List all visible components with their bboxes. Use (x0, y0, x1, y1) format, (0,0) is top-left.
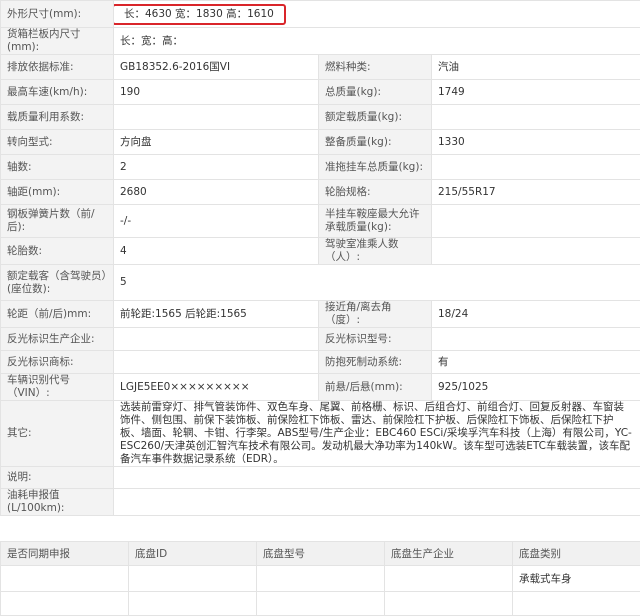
tire-count-value: 4 (113, 237, 319, 265)
reflector-model-value (430, 327, 640, 351)
tire-spec-value: 215/55R17 (430, 179, 640, 205)
chassis-header-model: 底盘型号 (256, 541, 385, 566)
fuel-consumption-value (112, 488, 640, 516)
rated-load-value (430, 104, 640, 130)
cab-passengers-value (430, 237, 640, 265)
reflector-model-label: 反光标识型号: (318, 327, 432, 351)
emission-value: GB18352.6-2016国VI (113, 54, 319, 80)
spec-row: 轮胎数: 4 驾驶室准乘人数（人）: (0, 237, 640, 265)
spec-row-fuel-consumption: 油耗申报值(L/100km): (0, 488, 640, 516)
section-gap (0, 521, 640, 541)
spec-row: 钢板弹簧片数（前/后): -/- 半挂车鞍座最大允许承载质量(kg): (0, 204, 640, 238)
dimensions-highlight: 长：4630 宽：1830 高：1610 (114, 3, 286, 25)
fuel-consumption-label: 油耗申报值(L/100km): (0, 488, 114, 516)
spec-row: 排放依据标准: GB18352.6-2016国VI 燃料种类: 汽油 (0, 54, 640, 80)
approach-angle-label: 接近角/离去角（度）: (318, 300, 432, 328)
abs-label: 防抱死制动系统: (318, 350, 432, 374)
curb-weight-label: 整备质量(kg): (318, 129, 432, 155)
saddle-mass-value (430, 204, 640, 238)
chassis-model-value (256, 565, 385, 592)
saddle-mass-label: 半挂车鞍座最大允许承载质量(kg): (318, 204, 432, 238)
approach-angle-value: 18/24 (430, 300, 640, 328)
chassis-data-row: 承载式车身 (0, 565, 640, 592)
vin-label: 车辆识别代号（VIN）: (0, 373, 114, 401)
chassis-header-maker: 底盘生产企业 (384, 541, 513, 566)
overhang-value: 925/1025 (430, 373, 640, 401)
max-speed-label: 最高车速(km/h): (0, 79, 114, 105)
vehicle-spec-page: 外形尺寸(mm): 长：4630 宽：1830 高：1610 货箱栏板内尺寸(m… (0, 0, 640, 616)
spec-row: 最高车速(km/h): 190 总质量(kg): 1749 (0, 79, 640, 105)
rated-seats-value: 5 (112, 264, 640, 301)
load-util-value (113, 104, 319, 130)
spec-row-dimensions: 外形尺寸(mm): 长：4630 宽：1830 高：1610 (0, 0, 640, 28)
other-label: 其它: (0, 400, 114, 467)
overhang-label: 前悬/后悬(mm): (318, 373, 432, 401)
spec-row: 载质量利用系数: 额定载质量(kg): (0, 104, 640, 130)
chassis-header-sync: 是否同期申报 (0, 541, 129, 566)
reflector-maker-value (113, 327, 319, 351)
tire-count-label: 轮胎数: (0, 237, 114, 265)
wheelbase-label: 轴距(mm): (0, 179, 114, 205)
spec-row-notes: 说明: (0, 466, 640, 489)
chassis-category-value: 承载式车身 (512, 565, 640, 592)
load-util-label: 载质量利用系数: (0, 104, 114, 130)
spec-row: 额定载客（含驾驶员）(座位数): 5 (0, 264, 640, 301)
axles-value: 2 (113, 154, 319, 180)
abs-value: 有 (430, 350, 640, 374)
rated-seats-label: 额定载客（含驾驶员）(座位数): (0, 264, 114, 301)
tire-spec-label: 轮胎规格: (318, 179, 432, 205)
rated-load-label: 额定载质量(kg): (318, 104, 432, 130)
dimensions-value-cell: 长：4630 宽：1830 高：1610 (112, 0, 640, 28)
spec-row-other: 其它: 选装前雷穿灯、排气管装饰件、双色车身、尾翼、前格栅、标识、后组合灯、前组… (0, 400, 640, 467)
cab-passengers-label: 驾驶室准乘人数（人）: (318, 237, 432, 265)
curb-weight-value: 1330 (430, 129, 640, 155)
chassis-table: 是否同期申报 底盘ID 底盘型号 底盘生产企业 底盘类别 承载式车身 (0, 541, 640, 616)
chassis-header-id: 底盘ID (128, 541, 257, 566)
chassis-header-category: 底盘类别 (512, 541, 640, 566)
emission-label: 排放依据标准: (0, 54, 114, 80)
trailer-mass-label: 准拖挂车总质量(kg): (318, 154, 432, 180)
fuel-type-label: 燃料种类: (318, 54, 432, 80)
dimensions-label: 外形尺寸(mm): (0, 0, 114, 28)
spec-row-cargo-box: 货箱栏板内尺寸(mm): 长：宽：高： (0, 27, 640, 55)
chassis-header-row: 是否同期申报 底盘ID 底盘型号 底盘生产企业 底盘类别 (0, 541, 640, 566)
trailer-mass-value (430, 154, 640, 180)
vin-value: LGJE5EE0××××××××× (113, 373, 319, 401)
other-value: 选装前雷穿灯、排气管装饰件、双色车身、尾翼、前格栅、标识、后组合灯、前组合灯、回… (112, 400, 640, 467)
spec-row: 反光标识商标: 防抱死制动系统: 有 (0, 350, 640, 374)
total-mass-value: 1749 (430, 79, 640, 105)
max-speed-value: 190 (113, 79, 319, 105)
leaf-springs-value: -/- (113, 204, 319, 238)
cargo-box-value: 长：宽：高： (112, 27, 640, 55)
chassis-sync-value (0, 565, 129, 592)
leaf-springs-label: 钢板弹簧片数（前/后): (0, 204, 114, 238)
spec-table: 外形尺寸(mm): 长：4630 宽：1830 高：1610 货箱栏板内尺寸(m… (0, 0, 640, 516)
chassis-maker-value (384, 565, 513, 592)
track-label: 轮距（前/后)mm: (0, 300, 114, 328)
cargo-box-label: 货箱栏板内尺寸(mm): (0, 27, 114, 55)
spec-row: 轴数: 2 准拖挂车总质量(kg): (0, 154, 640, 180)
steering-value: 方向盘 (113, 129, 319, 155)
chassis-id-value (128, 565, 257, 592)
reflector-brand-value (113, 350, 319, 374)
notes-label: 说明: (0, 466, 114, 489)
spec-row: 轴距(mm): 2680 轮胎规格: 215/55R17 (0, 179, 640, 205)
spec-row: 转向型式: 方向盘 整备质量(kg): 1330 (0, 129, 640, 155)
total-mass-label: 总质量(kg): (318, 79, 432, 105)
spec-row: 轮距（前/后)mm: 前轮距:1565 后轮距:1565 接近角/离去角（度）:… (0, 300, 640, 328)
chassis-empty-row (0, 591, 640, 616)
reflector-maker-label: 反光标识生产企业: (0, 327, 114, 351)
track-value: 前轮距:1565 后轮距:1565 (113, 300, 319, 328)
fuel-type-value: 汽油 (430, 54, 640, 80)
wheelbase-value: 2680 (113, 179, 319, 205)
spec-row: 反光标识生产企业: 反光标识型号: (0, 327, 640, 351)
steering-label: 转向型式: (0, 129, 114, 155)
axles-label: 轴数: (0, 154, 114, 180)
reflector-brand-label: 反光标识商标: (0, 350, 114, 374)
notes-value (112, 466, 640, 489)
spec-row: 车辆识别代号（VIN）: LGJE5EE0××××××××× 前悬/后悬(mm)… (0, 373, 640, 401)
